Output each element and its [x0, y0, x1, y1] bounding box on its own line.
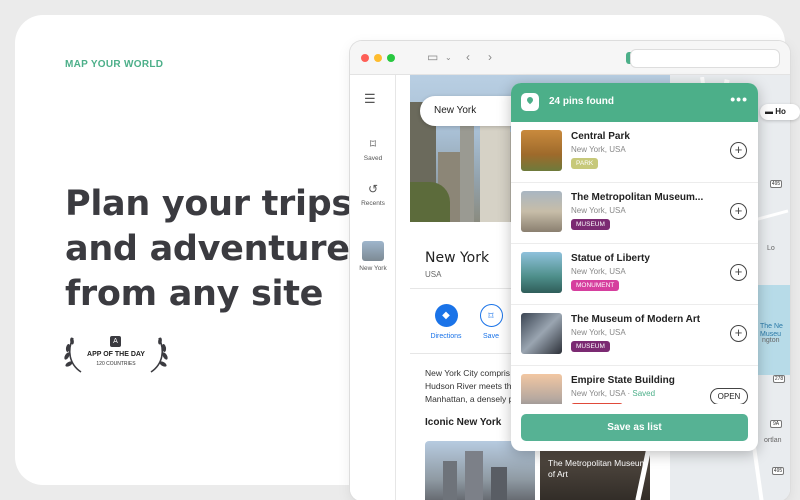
highway-shield: 495 — [772, 467, 784, 475]
pin-name: The Metropolitan Museum... — [571, 192, 704, 203]
maps-side-rail: ☰ ⌑ Saved ↺ Recents New York — [350, 75, 396, 500]
award-subtitle: 120 COUNTRIES — [96, 361, 136, 367]
directions-button[interactable]: ◆ Directions — [424, 304, 468, 340]
new-york-thumbnail — [362, 241, 384, 261]
bed-icon: ▬ — [765, 107, 773, 116]
pin-name: Central Park — [571, 131, 630, 142]
pin-location: New York, USA · Saved — [571, 389, 656, 398]
rail-label: Saved — [363, 155, 383, 162]
place-country: USA — [425, 270, 442, 279]
maximize-window-button[interactable] — [387, 54, 395, 62]
category-badge: MONUMENT — [571, 280, 620, 291]
app-store-icon: A — [110, 336, 121, 347]
pin-name: Empire State Building — [571, 375, 675, 386]
category-badge: MUSEUM — [571, 341, 610, 352]
pins-popup: 24 pins found ••• Central Park New York,… — [511, 83, 758, 451]
list-item[interactable]: The Museum of Modern Art New York, USA M… — [511, 305, 758, 366]
rail-label: Recents — [361, 200, 385, 207]
forward-arrow-icon[interactable]: › — [488, 50, 492, 64]
headline: Plan your trips and adventures from any … — [65, 184, 371, 314]
pin-name: The Museum of Modern Art — [571, 314, 701, 325]
highway-shield: 495 — [770, 180, 782, 188]
pin-location: New York, USA — [571, 328, 626, 337]
address-bar[interactable] — [630, 49, 780, 68]
save-as-list-button[interactable]: Save as list — [521, 414, 748, 441]
chevron-down-icon[interactable]: ⌄ — [445, 53, 452, 62]
map-label: Lo — [767, 245, 775, 252]
add-circle-icon[interactable]: + — [730, 325, 747, 342]
place-thumbnail — [521, 313, 562, 354]
add-circle-icon[interactable]: + — [730, 203, 747, 220]
directions-icon: ◆ — [434, 304, 458, 327]
bookmark-icon: ⌑ — [369, 137, 377, 151]
action-label: Directions — [430, 333, 462, 340]
pins-count-title: 24 pins found — [549, 96, 614, 107]
sidebar-toggle-icon[interactable]: ▭ — [427, 50, 438, 64]
place-thumbnail — [521, 374, 562, 404]
place-thumbnail — [521, 191, 562, 232]
list-item[interactable]: Statue of Liberty New York, USA MONUMENT… — [511, 244, 758, 305]
category-badge: PARK — [571, 158, 599, 169]
pins-list: Central Park New York, USA PARK + The Me… — [511, 122, 758, 404]
hotels-chip-label: Ho — [775, 107, 786, 116]
pin-location: New York, USA — [571, 267, 626, 276]
bookmark-icon: ⌑ — [479, 304, 503, 327]
place-thumbnail — [521, 130, 562, 171]
place-thumbnail — [521, 252, 562, 293]
pin-name: Statue of Liberty — [571, 253, 650, 264]
eyebrow-text: MAP YOUR WORLD — [65, 59, 164, 70]
highway-shield: 9A — [770, 420, 782, 428]
minimize-window-button[interactable] — [374, 54, 382, 62]
app-of-the-day-badge: A APP OF THE DAY 120 COUNTRIES — [63, 332, 169, 376]
rail-item-saved[interactable]: ⌑ Saved — [350, 137, 396, 162]
category-badge: MUSEUM — [571, 219, 610, 230]
section-title: Iconic New York — [425, 417, 502, 428]
highway-shield: 278 — [773, 375, 785, 383]
add-circle-icon[interactable]: + — [730, 142, 747, 159]
rail-item-recents[interactable]: ↺ Recents — [350, 182, 396, 207]
hotels-chip[interactable]: ▬ Ho — [760, 104, 800, 120]
list-item[interactable]: Central Park New York, USA PARK + — [511, 122, 758, 183]
add-circle-icon[interactable]: + — [730, 264, 747, 281]
save-button[interactable]: ⌑ Save — [469, 304, 513, 340]
pin-location-text: New York, USA — [571, 389, 626, 398]
action-label: Save — [483, 333, 499, 340]
back-arrow-icon[interactable]: ‹ — [466, 50, 470, 64]
rail-item-new-york[interactable]: New York — [350, 241, 396, 272]
category-badge — [571, 403, 623, 404]
pin-location: New York, USA — [571, 206, 626, 215]
list-item[interactable]: The Metropolitan Museum... New York, USA… — [511, 183, 758, 244]
close-window-button[interactable] — [361, 54, 369, 62]
map-label: ortlan — [764, 437, 782, 444]
more-options-icon[interactable]: ••• — [730, 91, 748, 107]
tile-caption: The Metropolitan Museum of Art — [548, 458, 647, 479]
map-pin-icon — [521, 93, 539, 111]
map-label: The Ne — [760, 323, 783, 330]
rail-label: New York — [359, 265, 387, 272]
place-title: New York — [425, 250, 490, 266]
popup-header: 24 pins found ••• — [511, 83, 758, 122]
menu-icon[interactable]: ☰ — [364, 91, 378, 107]
pin-location: New York, USA — [571, 145, 626, 154]
browser-toolbar: ▭ ⌄ ‹ › — [350, 41, 790, 75]
history-icon: ↺ — [367, 182, 379, 196]
open-button[interactable]: OPEN — [710, 388, 748, 404]
map-label: ngton — [762, 337, 780, 344]
saved-status: Saved — [632, 389, 656, 398]
list-item[interactable]: Empire State Building New York, USA · Sa… — [511, 366, 758, 404]
award-title: APP OF THE DAY — [87, 351, 145, 358]
